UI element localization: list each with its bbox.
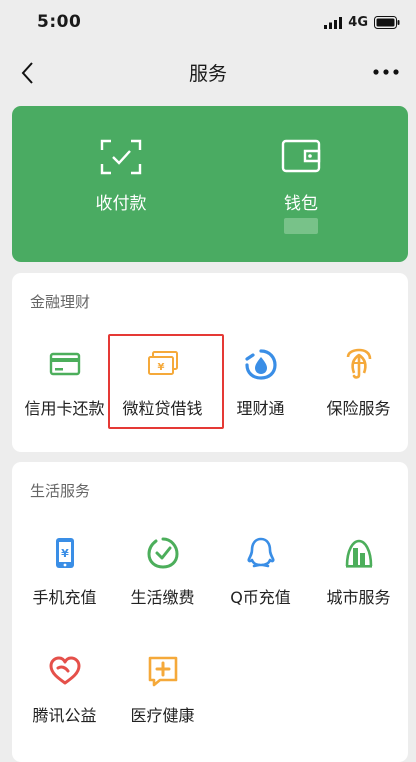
receive-pay-label: 收付款 xyxy=(95,194,147,214)
phone-recharge-label: 手机充值 xyxy=(32,588,97,607)
insurance-label: 保险服务 xyxy=(326,399,391,418)
wallet-icon xyxy=(281,139,321,173)
status-bar: 5:00 4G xyxy=(0,0,416,46)
network-label: 4G xyxy=(348,15,368,30)
qq-penguin-icon xyxy=(246,537,275,568)
highlight-box xyxy=(108,334,224,429)
qcoin-recharge-item[interactable]: Q币充值 xyxy=(211,526,310,616)
bill-payment-label: 生活缴费 xyxy=(130,588,195,607)
status-time: 5:00 xyxy=(37,12,82,32)
licaitong-item[interactable]: 理财通 xyxy=(211,337,310,427)
phone-recharge-item[interactable]: ¥ 手机充值 xyxy=(15,526,114,616)
page-title: 服务 xyxy=(188,63,227,85)
receive-pay-button[interactable]: 收付款 xyxy=(22,106,220,262)
city-building-icon xyxy=(345,539,372,568)
credit-card-icon xyxy=(49,352,80,376)
medical-plus-icon xyxy=(148,656,177,687)
bill-payment-item[interactable]: 生活缴费 xyxy=(113,526,212,616)
wallet-button[interactable]: 钱包 xyxy=(202,106,400,262)
more-dots-icon xyxy=(373,69,399,75)
finance-drop-icon xyxy=(244,349,277,380)
tencent-charity-item[interactable]: 腾讯公益 xyxy=(15,644,114,734)
medical-health-label: 医疗健康 xyxy=(130,706,195,725)
phone-recharge-icon: ¥ xyxy=(55,538,74,568)
status-icons: 4G xyxy=(324,15,400,30)
licaitong-label: 理财通 xyxy=(236,399,285,418)
charity-heart-icon xyxy=(49,656,80,685)
city-service-item[interactable]: 城市服务 xyxy=(309,526,408,616)
qcoin-recharge-label: Q币充值 xyxy=(230,588,291,607)
bill-payment-icon xyxy=(146,537,179,569)
battery-icon xyxy=(374,16,400,29)
credit-card-repay-label: 信用卡还款 xyxy=(24,399,105,418)
life-section-title: 生活服务 xyxy=(30,482,91,500)
finance-section-title: 金融理财 xyxy=(30,293,91,311)
city-service-label: 城市服务 xyxy=(326,588,391,607)
signal-icon xyxy=(324,16,343,29)
qr-scan-icon xyxy=(100,139,142,175)
medical-health-item[interactable]: 医疗健康 xyxy=(113,644,212,734)
tencent-charity-label: 腾讯公益 xyxy=(32,706,97,725)
umbrella-insurance-icon xyxy=(346,348,371,379)
more-button[interactable] xyxy=(370,60,402,84)
life-section: 生活服务 ¥ 手机充值 生活缴费 Q币充值 城市服务 腾讯公益 医疗健康 xyxy=(12,462,408,762)
svg-text:¥: ¥ xyxy=(61,547,69,560)
nav-bar: 服务 xyxy=(0,46,416,98)
insurance-item[interactable]: 保险服务 xyxy=(309,337,408,427)
wallet-label: 钱包 xyxy=(284,194,318,214)
wallet-balance-blurred xyxy=(284,218,318,234)
credit-card-repay-item[interactable]: 信用卡还款 xyxy=(15,337,114,427)
pay-card: 收付款 钱包 xyxy=(12,106,408,262)
